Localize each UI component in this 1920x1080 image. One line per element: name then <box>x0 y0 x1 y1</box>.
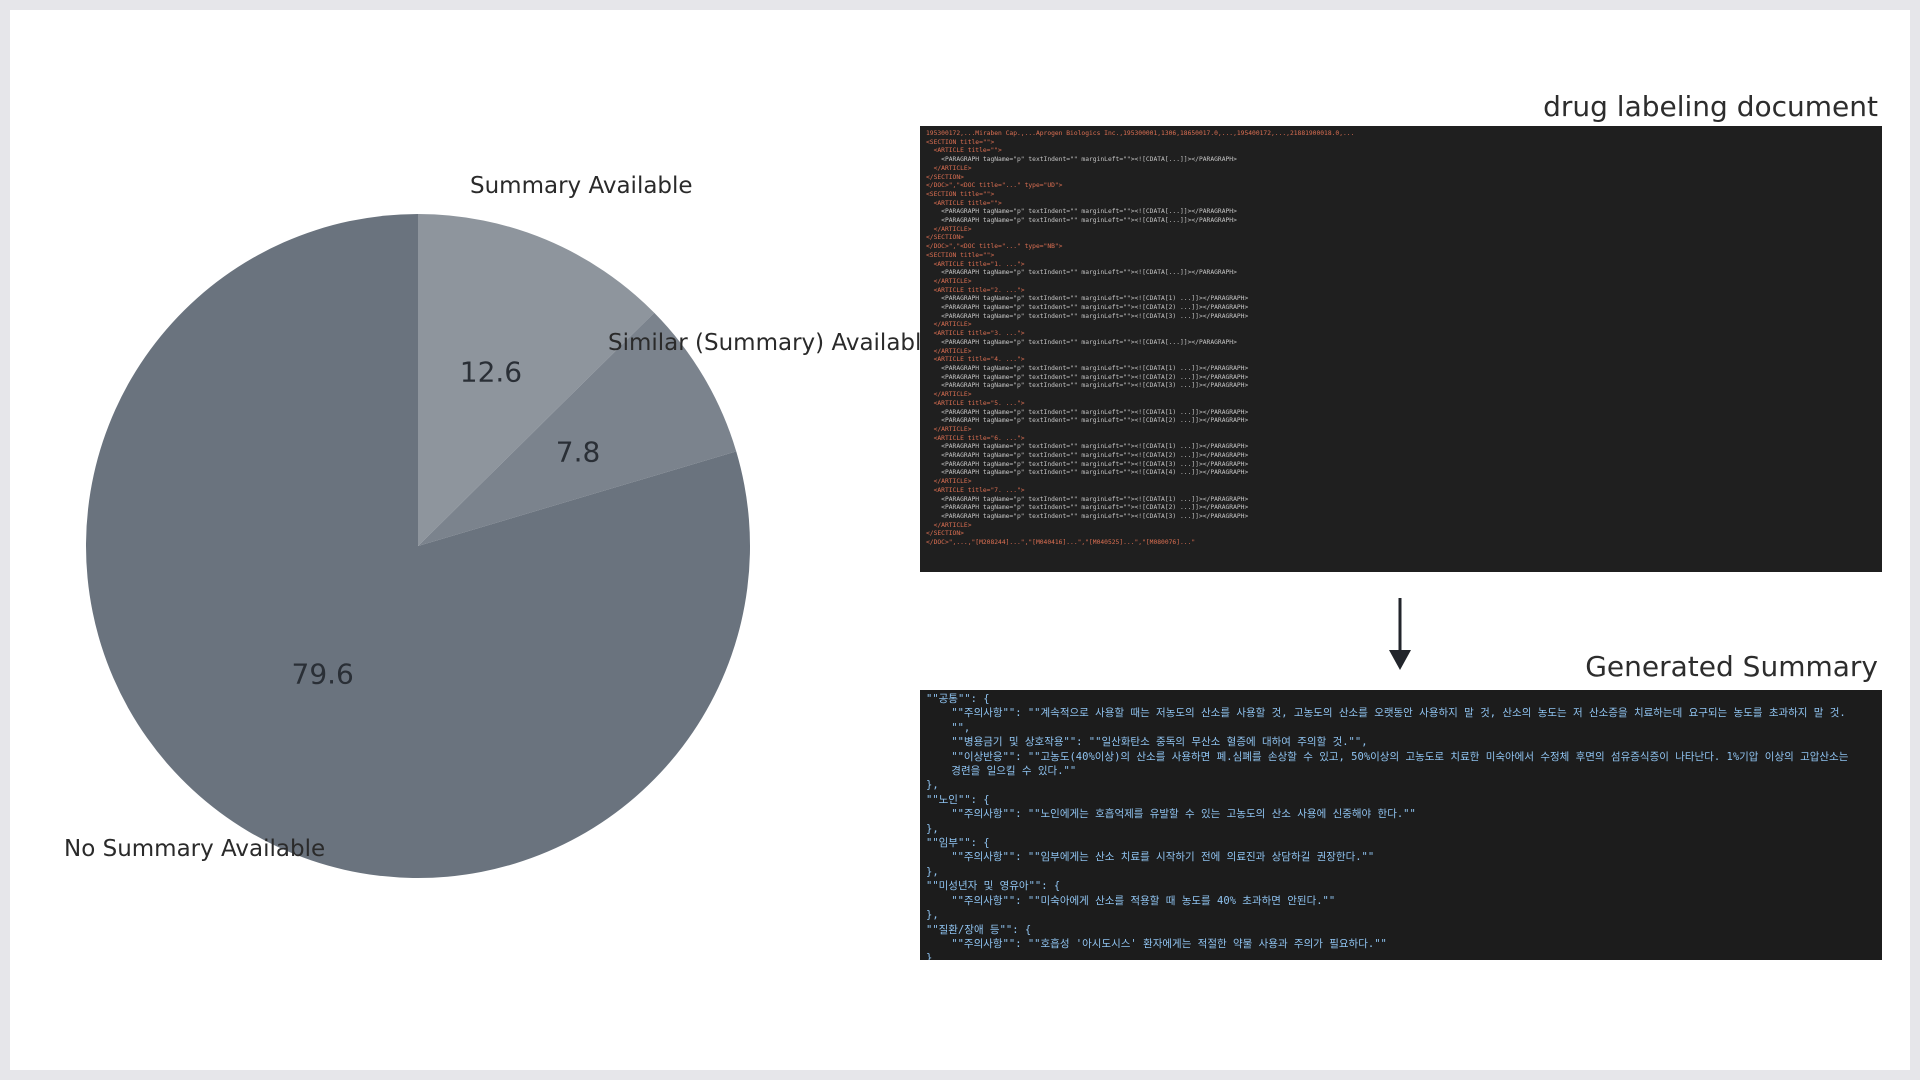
summary-code-line: ""노인"": { <box>926 793 990 806</box>
document-code-line: <PARAGRAPH tagName="p" textIndent="" mar… <box>926 338 1237 346</box>
summary-code-line: ""주의사항"": ""임부에게는 산소 치료를 시작하기 전에 의료진과 상담… <box>926 851 1375 864</box>
summary-code-line: ""주의사항"": ""계속적으로 사용할 때는 저농도의 산소를 사용할 것,… <box>926 707 1846 720</box>
document-code-line: <SECTION title=""> <box>926 251 995 259</box>
document-code-line: <ARTICLE title=""> <box>926 199 1002 207</box>
pie-value-label-2: 79.6 <box>292 658 354 691</box>
summary-panel-title: Generated Summary <box>1585 650 1878 683</box>
summary-code-line: ""이상반응"": ""고농도(40%이상)의 산소를 사용하면 폐.심폐를 손… <box>926 750 1849 763</box>
document-code-line: <PARAGRAPH tagName="p" textIndent="" mar… <box>926 312 1249 320</box>
document-code-line: <PARAGRAPH tagName="p" textIndent="" mar… <box>926 460 1249 468</box>
document-code-line: <PARAGRAPH tagName="p" textIndent="" mar… <box>926 373 1249 381</box>
pie-value-label-1: 7.8 <box>556 435 601 468</box>
document-panel-title: drug labeling document <box>1543 90 1878 123</box>
drug-labeling-document-panel: 195300172,...Miraben Cap.,...Aprogen Bio… <box>920 126 1882 572</box>
generated-summary-panel: ""공통"": { ""주의사항"": ""계속적으로 사용할 때는 저농도의 … <box>920 690 1882 960</box>
document-code-line: <PARAGRAPH tagName="p" textIndent="" mar… <box>926 443 1249 451</box>
summary-code-line: "", <box>926 721 971 734</box>
document-code-line: <ARTICLE title="4. ..."> <box>926 356 1025 364</box>
summary-code-line: }, <box>926 779 939 792</box>
document-code-line: <PARAGRAPH tagName="p" textIndent="" mar… <box>926 504 1249 512</box>
document-code-line: <ARTICLE title="3. ..."> <box>926 330 1025 338</box>
document-code-line: 195300172,...Miraben Cap.,...Aprogen Bio… <box>926 130 1355 137</box>
document-code-line: <PARAGRAPH tagName="p" textIndent="" mar… <box>926 408 1249 416</box>
document-code-line: <PARAGRAPH tagName="p" textIndent="" mar… <box>926 512 1249 520</box>
pie-category-label-2: No Summary Available <box>64 836 325 862</box>
pie-chart: 12.6 Summary Available 7.8 Similar (Summary… <box>64 173 920 879</box>
document-code-line: </ARTICLE> <box>926 164 972 172</box>
document-code-line: <ARTICLE title="5. ..."> <box>926 399 1025 407</box>
document-code-line: <PARAGRAPH tagName="p" textIndent="" mar… <box>926 469 1249 477</box>
pie-value-label-0: 12.6 <box>460 355 522 388</box>
summary-code-line: 경련을 일으킬 수 있다."" <box>926 765 1077 778</box>
document-code-line: </ARTICLE> <box>926 321 972 329</box>
document-code-line: </SECTION> <box>926 173 964 181</box>
down-arrow-icon <box>1389 598 1411 670</box>
document-code-line: <PARAGRAPH tagName="p" textIndent="" mar… <box>926 417 1249 425</box>
document-code-line: </ARTICLE> <box>926 478 972 486</box>
document-code-line: </DOC>",...,"[M208244]...","[M040416]...… <box>926 539 1196 547</box>
document-code-line: </ARTICLE> <box>926 277 972 285</box>
document-code-line: <PARAGRAPH tagName="p" textIndent="" mar… <box>926 208 1237 216</box>
document-code-line: </ARTICLE> <box>926 425 972 433</box>
document-code-line: <PARAGRAPH tagName="p" textIndent="" mar… <box>926 295 1249 303</box>
document-code-line: </ARTICLE> <box>926 347 972 355</box>
document-code-line: <PARAGRAPH tagName="p" textIndent="" mar… <box>926 156 1237 164</box>
document-code-line: <ARTICLE title="1. ..."> <box>926 260 1025 268</box>
summary-code-line: ""질환/장애 등"": { <box>926 923 1032 936</box>
summary-code-line: ""임부"": { <box>926 837 990 850</box>
summary-code-line: ""주의사항"": ""호흡성 '아시도시스' 환자에게는 적절한 약물 사용과… <box>926 937 1387 950</box>
document-code-line: <ARTICLE title="2. ..."> <box>926 286 1025 294</box>
document-code-line: <PARAGRAPH tagName="p" textIndent="" mar… <box>926 452 1249 460</box>
document-code-line: <SECTION title=""> <box>926 138 995 146</box>
document-code-line: </ARTICLE> <box>926 225 972 233</box>
document-code-line: <ARTICLE title="6. ..."> <box>926 434 1025 442</box>
document-code-line: </SECTION> <box>926 234 964 242</box>
summary-code-line: } <box>926 952 933 960</box>
summary-code-line: }, <box>926 865 939 878</box>
document-code-line: <PARAGRAPH tagName="p" textIndent="" mar… <box>926 217 1237 225</box>
document-code-line: <ARTICLE title="7. ..."> <box>926 486 1025 494</box>
pie-category-label-1: Similar (Summary) Available <box>608 330 920 356</box>
document-code-line: <PARAGRAPH tagName="p" textIndent="" mar… <box>926 364 1249 372</box>
document-code-line: </ARTICLE> <box>926 521 972 529</box>
pie-category-label-0: Summary Available <box>470 173 693 199</box>
document-code-line: </DOC>","<DOC title="..." type="NB"> <box>926 243 1063 251</box>
summary-code-line: }, <box>926 909 939 922</box>
document-code-line: <PARAGRAPH tagName="p" textIndent="" mar… <box>926 304 1249 312</box>
document-code-line: <PARAGRAPH tagName="p" textIndent="" mar… <box>926 269 1237 277</box>
summary-code-line: }, <box>926 822 939 835</box>
summary-code-line: ""주의사항"": ""미숙아에게 산소를 적용할 때 농도를 40% 초과하면… <box>926 894 1336 907</box>
summary-code-line: ""공통"": { <box>926 693 990 705</box>
document-code-line: <SECTION title=""> <box>926 190 995 198</box>
document-code-line: <PARAGRAPH tagName="p" textIndent="" mar… <box>926 382 1249 390</box>
summary-code-line: ""주의사항"": ""노인에게는 호흡억제를 유발할 수 있는 고농도의 산소… <box>926 808 1416 821</box>
document-code-line: </SECTION> <box>926 530 964 538</box>
document-code-line: </ARTICLE> <box>926 391 972 399</box>
document-code-line: <ARTICLE title=""> <box>926 147 1002 155</box>
summary-code-line: ""미성년자 및 영유아"": { <box>926 880 1061 893</box>
summary-code-line: ""병용금기 및 상호작용"": ""일산화탄소 중독의 무산소 혈증에 대하여… <box>926 736 1368 749</box>
document-code-line: <PARAGRAPH tagName="p" textIndent="" mar… <box>926 495 1249 503</box>
document-code-line: </DOC>","<DOC title="..." type="UD"> <box>926 182 1063 190</box>
